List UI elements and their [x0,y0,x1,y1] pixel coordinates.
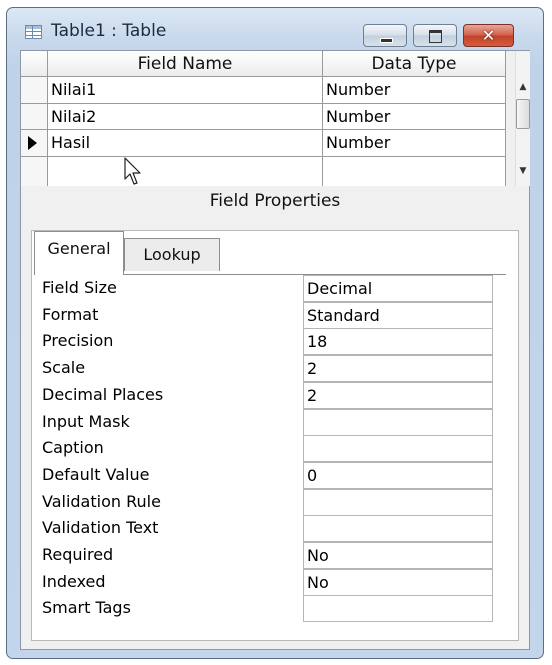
property-label: Caption [42,438,104,457]
property-label: Default Value [42,465,150,484]
row-selector-header [21,51,48,77]
property-label: Input Mask [42,412,130,431]
row-selector-current[interactable] [21,130,48,157]
mouse-pointer-icon [124,157,141,185]
property-label: Indexed [42,572,106,591]
tab-general[interactable]: General [34,231,124,275]
property-label: Smart Tags [42,598,131,617]
close-icon: ✕ [481,26,496,45]
field-name-cell[interactable]: Nilai1 [48,77,323,104]
current-row-arrow-icon [28,136,37,150]
tab-lookup[interactable]: Lookup [124,238,220,271]
row-selector[interactable] [21,77,48,104]
close-button[interactable]: ✕ [463,24,514,47]
property-value-field[interactable]: Standard [303,302,493,329]
data-type-cell[interactable]: Number [323,130,506,157]
property-label: Scale [42,358,86,377]
maximize-icon [429,30,442,43]
property-label: Field Size [42,278,117,297]
window-title: Table1 : Table [51,21,167,41]
row-selector[interactable] [21,104,48,130]
field-name-cell[interactable] [48,157,323,186]
data-type-cell[interactable]: Number [323,104,506,130]
property-label: Validation Rule [42,492,161,511]
scroll-thumb[interactable] [516,99,530,129]
column-header-data-type[interactable]: Data Type [323,51,506,77]
field-name-cell[interactable]: Nilai2 [48,104,323,130]
property-value-field[interactable]: 2 [303,355,493,382]
grid-scrollbar[interactable]: ▲ ▼ [515,51,530,186]
maximize-button[interactable] [413,24,457,47]
property-label: Required [42,545,114,564]
property-value-field[interactable]: No [303,542,493,569]
data-type-cell[interactable]: Number [323,77,506,104]
property-label: Format [42,305,99,324]
table-design-window: Table1 : Table ✕ Field Name Data Type Ni… [6,7,544,659]
property-value-field[interactable] [303,435,493,462]
property-value-field[interactable]: 2 [303,382,493,409]
title-bar[interactable]: Table1 : Table ✕ [7,8,543,50]
property-value-field[interactable] [303,489,493,516]
property-label: Validation Text [42,518,159,537]
data-type-cell[interactable] [323,157,506,186]
scroll-down-icon[interactable]: ▼ [516,163,530,179]
field-properties-title: Field Properties [209,191,341,211]
property-label: Decimal Places [42,385,164,404]
table-icon [25,25,42,39]
property-value-field[interactable]: Decimal [303,275,493,302]
property-value-field[interactable] [303,515,493,542]
column-header-field-name[interactable]: Field Name [48,51,323,77]
row-selector[interactable] [21,157,48,186]
scroll-up-icon[interactable]: ▲ [516,79,530,95]
field-name-cell[interactable]: Hasil [48,130,323,157]
property-value-field[interactable] [303,595,493,622]
property-value-field[interactable]: 18 [303,328,493,355]
property-value-field[interactable]: No [303,569,493,596]
property-label: Precision [42,331,114,350]
field-grid: Field Name Data Type Nilai1 Number Nilai… [21,51,506,186]
minimize-icon [380,38,393,43]
minimize-button[interactable] [363,24,407,47]
property-value-field[interactable] [303,409,493,436]
property-value-field[interactable]: 0 [303,462,493,489]
design-view: Field Name Data Type Nilai1 Number Nilai… [20,50,530,650]
